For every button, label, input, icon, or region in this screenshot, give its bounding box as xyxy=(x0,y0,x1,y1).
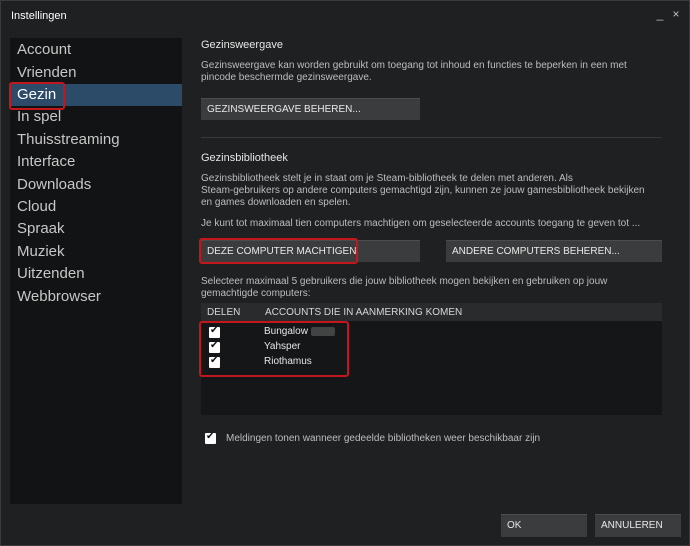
family-view-desc-1: Gezinsweergave kan worden gebruikt om to… xyxy=(201,60,627,71)
table-header: DELEN ACCOUNTS DIE IN AANMERKING KOMEN xyxy=(201,303,662,321)
section-divider xyxy=(201,137,662,138)
family-library-desc-3: en games downloaden en spelen. xyxy=(201,197,351,208)
sidebar-item-label: Webbrowser xyxy=(17,288,101,305)
manage-other-computers-button[interactable]: ANDERE COMPUTERS BEHEREN... xyxy=(446,240,662,262)
highlight-box-authorize xyxy=(199,238,358,264)
sidebar-item-interface[interactable]: Interface xyxy=(10,151,182,173)
sidebar-item-cloud[interactable]: Cloud xyxy=(10,196,182,218)
sidebar-item-label: Downloads xyxy=(17,176,92,193)
family-view-desc-2: pincode beschermde gezinsweergave. xyxy=(201,72,372,83)
sidebar-item-webbrowser[interactable]: Webbrowser xyxy=(10,286,182,308)
close-icon[interactable]: × xyxy=(669,7,683,21)
minimize-icon[interactable]: _ xyxy=(653,7,667,21)
family-library-limit-text: Je kunt tot maximaal tien computers mach… xyxy=(201,218,641,229)
sidebar-item-label: Vrienden xyxy=(17,64,77,81)
title-bar: Instellingen _ × xyxy=(1,1,689,31)
sidebar-item-vrienden[interactable]: Vrienden xyxy=(10,62,182,84)
sidebar-item-spraak[interactable]: Spraak xyxy=(10,218,182,240)
column-header-accounts: ACCOUNTS DIE IN AANMERKING KOMEN xyxy=(265,307,463,318)
select-users-text-1: Selecteer maximaal 5 gebruikers die jouw… xyxy=(201,276,608,287)
sidebar-item-label: Interface xyxy=(17,153,76,170)
column-header-share: DELEN xyxy=(207,307,241,318)
sidebar-item-label: Spraak xyxy=(17,220,65,237)
sidebar-item-label: Account xyxy=(17,41,72,58)
family-library-title: Gezinsbibliotheek xyxy=(201,152,288,164)
highlight-box-accounts xyxy=(199,321,349,377)
sidebar-item-label: Muziek xyxy=(17,243,65,260)
family-view-title: Gezinsweergave xyxy=(201,39,283,51)
select-users-text-2: gemachtigde computers: xyxy=(201,288,311,299)
family-library-desc-1: Gezinsbibliotheek stelt je in staat om j… xyxy=(201,173,573,184)
sidebar-item-label: Thuisstreaming xyxy=(17,131,120,148)
window-title: Instellingen xyxy=(11,10,67,22)
sidebar-item-uitzenden[interactable]: Uitzenden xyxy=(10,263,182,285)
sidebar-item-muziek[interactable]: Muziek xyxy=(10,241,182,263)
settings-window: Instellingen _ × Account Vrienden Gezin … xyxy=(0,0,690,546)
sidebar-item-account[interactable]: Account xyxy=(10,39,182,61)
manage-family-view-button[interactable]: GEZINSWEERGAVE BEHEREN... xyxy=(201,98,420,120)
sidebar-item-label: Uitzenden xyxy=(17,265,85,282)
sidebar-item-thuisstreaming[interactable]: Thuisstreaming xyxy=(10,129,182,151)
cancel-button[interactable]: ANNULEREN xyxy=(595,514,681,537)
notify-checkbox[interactable] xyxy=(205,431,216,444)
sidebar-item-downloads[interactable]: Downloads xyxy=(10,174,182,196)
family-library-desc-2: Steam-gebruikers op andere computers gem… xyxy=(201,185,645,196)
ok-button[interactable]: OK xyxy=(501,514,587,537)
highlight-box-gezin xyxy=(9,82,65,110)
notify-label: Meldingen tonen wanneer gedeelde bibliot… xyxy=(226,433,541,444)
sidebar-item-label: Cloud xyxy=(17,198,57,215)
